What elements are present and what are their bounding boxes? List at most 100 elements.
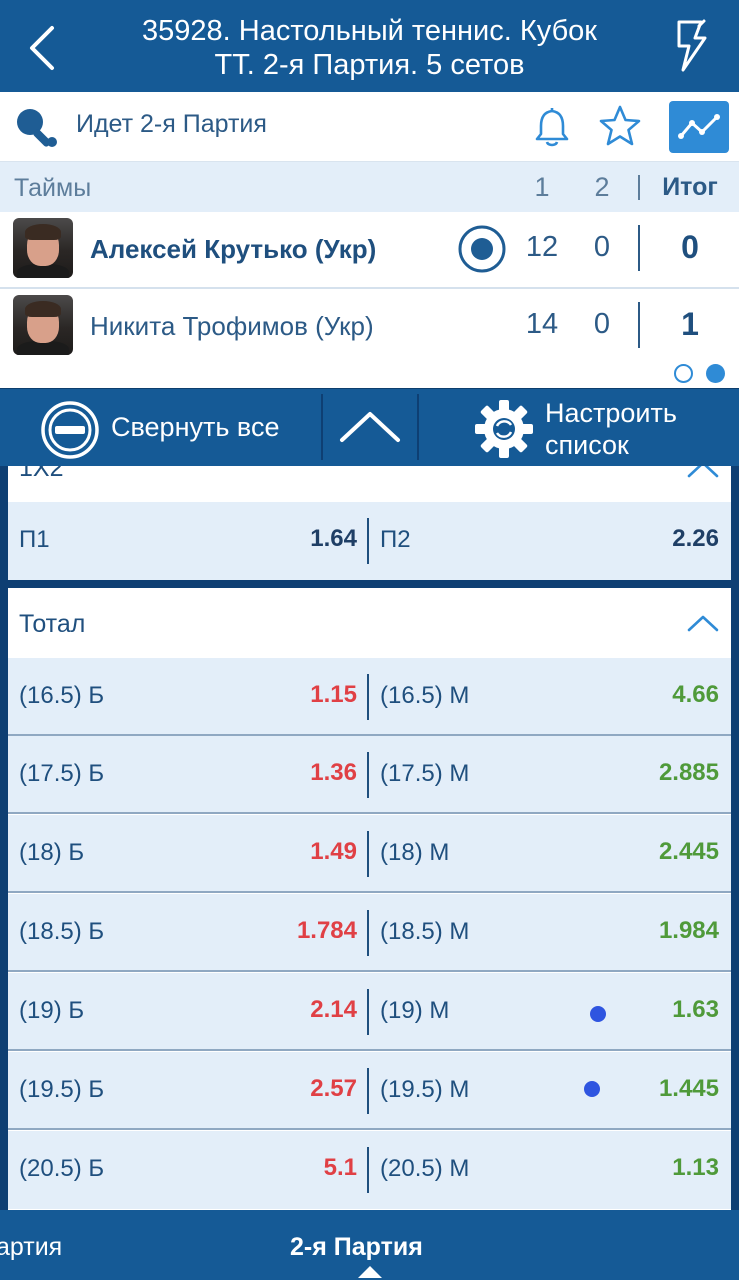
player-name: Алексей Крутько (Укр)	[90, 234, 377, 264]
live-change-dot	[590, 1006, 606, 1022]
periods-label: Таймы	[14, 174, 92, 202]
total-score: 1	[681, 306, 699, 342]
score-divider	[638, 302, 640, 348]
odds-divider	[367, 989, 369, 1035]
odds-value[interactable]: 1.784	[297, 917, 357, 945]
market-header[interactable]: Тотал	[8, 588, 731, 658]
page-indicator-dot-active[interactable]	[706, 364, 725, 383]
page-title: 35928. Настольный теннис. Кубок ТТ. 2-я …	[90, 14, 649, 82]
configure-label-line-2: список	[545, 430, 629, 460]
set-1-header: 1	[534, 172, 550, 202]
odds-row: (18.5) Б 1.784 (18.5) М 1.984	[8, 894, 731, 972]
tab-current-period[interactable]: 2-я Партия	[290, 1233, 423, 1262]
score-table-header	[0, 162, 739, 212]
player-row-2: Никита Трофимов (Укр) 14 0 1	[0, 287, 739, 359]
gear-icon[interactable]	[473, 398, 535, 460]
outcome-label[interactable]: П2	[380, 526, 411, 554]
odds-divider	[367, 518, 369, 564]
set-2-score: 0	[593, 308, 611, 340]
outcome-label[interactable]: (19.5) Б	[19, 1076, 104, 1104]
match-status-text: Идет 2-я Партия	[76, 110, 267, 138]
odds-value[interactable]: 1.36	[310, 759, 357, 787]
configure-label-line-1: Настроить	[545, 398, 677, 428]
table-tennis-icon	[17, 109, 57, 147]
outcome-label[interactable]: (19.5) М	[380, 1076, 469, 1104]
odds-value[interactable]: 1.15	[310, 681, 357, 709]
odds-value[interactable]: 1.64	[310, 525, 357, 553]
odds-value[interactable]: 2.885	[659, 759, 719, 787]
odds-value[interactable]: 5.1	[324, 1154, 357, 1182]
page-indicator-dot[interactable]	[674, 364, 693, 383]
odds-value[interactable]: 2.57	[310, 1075, 357, 1103]
outcome-label[interactable]: (19) Б	[19, 997, 84, 1025]
chevron-up-icon	[687, 615, 719, 632]
outcome-label[interactable]: (18.5) М	[380, 918, 469, 946]
chevron-up-icon	[340, 412, 400, 442]
odds-row: П1 1.64 П2 2.26	[8, 502, 731, 580]
toolbar-divider	[417, 394, 419, 460]
set-2-score: 0	[593, 231, 611, 263]
outcome-label[interactable]: (19) М	[380, 997, 449, 1025]
odds-row: (19) Б 2.14 (19) М 1.63	[8, 973, 731, 1051]
title-line-2: ТТ. 2-я Партия. 5 сетов	[214, 49, 525, 81]
outcome-label[interactable]: (18) М	[380, 839, 449, 867]
outcome-label[interactable]: (20.5) М	[380, 1155, 469, 1183]
odds-divider	[367, 831, 369, 877]
avatar	[13, 218, 73, 278]
line-chart-icon	[678, 114, 720, 139]
odds-value[interactable]: 1.445	[659, 1075, 719, 1103]
avatar	[13, 295, 73, 355]
total-score: 0	[681, 229, 699, 265]
outcome-label[interactable]: (16.5) Б	[19, 682, 104, 710]
odds-row: (19.5) Б 2.57 (19.5) М 1.445	[8, 1052, 731, 1130]
tab-previous-period[interactable]: артия	[0, 1233, 62, 1262]
player-row-1: Алексей Крутько (Укр) 12 0 0	[0, 212, 739, 284]
top-bar: 35928. Настольный теннис. Кубок ТТ. 2-я …	[0, 0, 739, 92]
outcome-label[interactable]: П1	[19, 526, 50, 554]
back-arrow-icon[interactable]	[22, 22, 66, 72]
outcome-label[interactable]: (18) Б	[19, 839, 84, 867]
header-divider	[638, 175, 640, 200]
live-change-dot	[584, 1081, 600, 1097]
odds-value[interactable]: 2.445	[659, 838, 719, 866]
player-name: Никита Трофимов (Укр)	[90, 311, 374, 341]
active-tab-indicator	[358, 1266, 382, 1278]
odds-row: (20.5) Б 5.1 (20.5) М 1.13	[8, 1131, 731, 1209]
odds-divider	[367, 1147, 369, 1193]
serve-indicator-icon	[458, 225, 506, 273]
bell-icon[interactable]	[530, 104, 574, 148]
statistics-button[interactable]	[669, 101, 729, 153]
odds-row: (16.5) Б 1.15 (16.5) М 4.66	[8, 658, 731, 736]
market-title: 1Х2	[19, 466, 64, 482]
outcome-label[interactable]: (17.5) М	[380, 760, 469, 788]
collapse-all-label: Свернуть все	[111, 412, 280, 442]
total-header: Итог	[662, 173, 718, 201]
chevron-up-icon	[687, 466, 719, 478]
odds-value[interactable]: 1.49	[310, 838, 357, 866]
score-divider	[638, 225, 640, 271]
outcome-label[interactable]: (20.5) Б	[19, 1155, 104, 1183]
odds-value[interactable]: 1.63	[672, 996, 719, 1024]
market-title: Тотал	[19, 610, 86, 638]
odds-value[interactable]: 1.984	[659, 917, 719, 945]
configure-list-button[interactable]: Настроить список	[545, 397, 677, 461]
star-icon[interactable]	[597, 104, 643, 148]
outcome-label[interactable]: (18.5) Б	[19, 918, 104, 946]
title-line-1: 35928. Настольный теннис. Кубок	[142, 15, 597, 47]
odds-value[interactable]: 4.66	[672, 681, 719, 709]
outcome-label[interactable]: (17.5) Б	[19, 760, 104, 788]
outcome-label[interactable]: (16.5) М	[380, 682, 469, 710]
lightning-icon[interactable]	[671, 18, 711, 74]
odds-divider	[367, 1068, 369, 1114]
odds-divider	[367, 674, 369, 720]
set-2-header: 2	[594, 172, 610, 202]
set-1-score: 12	[525, 231, 559, 263]
odds-row: (18) Б 1.49 (18) М 2.445	[8, 815, 731, 893]
odds-value[interactable]: 1.13	[672, 1154, 719, 1182]
odds-divider	[367, 910, 369, 956]
odds-row: (17.5) Б 1.36 (17.5) М 2.885	[8, 736, 731, 814]
collapse-icon	[41, 401, 99, 459]
odds-value[interactable]: 2.14	[310, 996, 357, 1024]
odds-value[interactable]: 2.26	[672, 525, 719, 553]
market-header[interactable]: 1Х2	[8, 466, 731, 500]
